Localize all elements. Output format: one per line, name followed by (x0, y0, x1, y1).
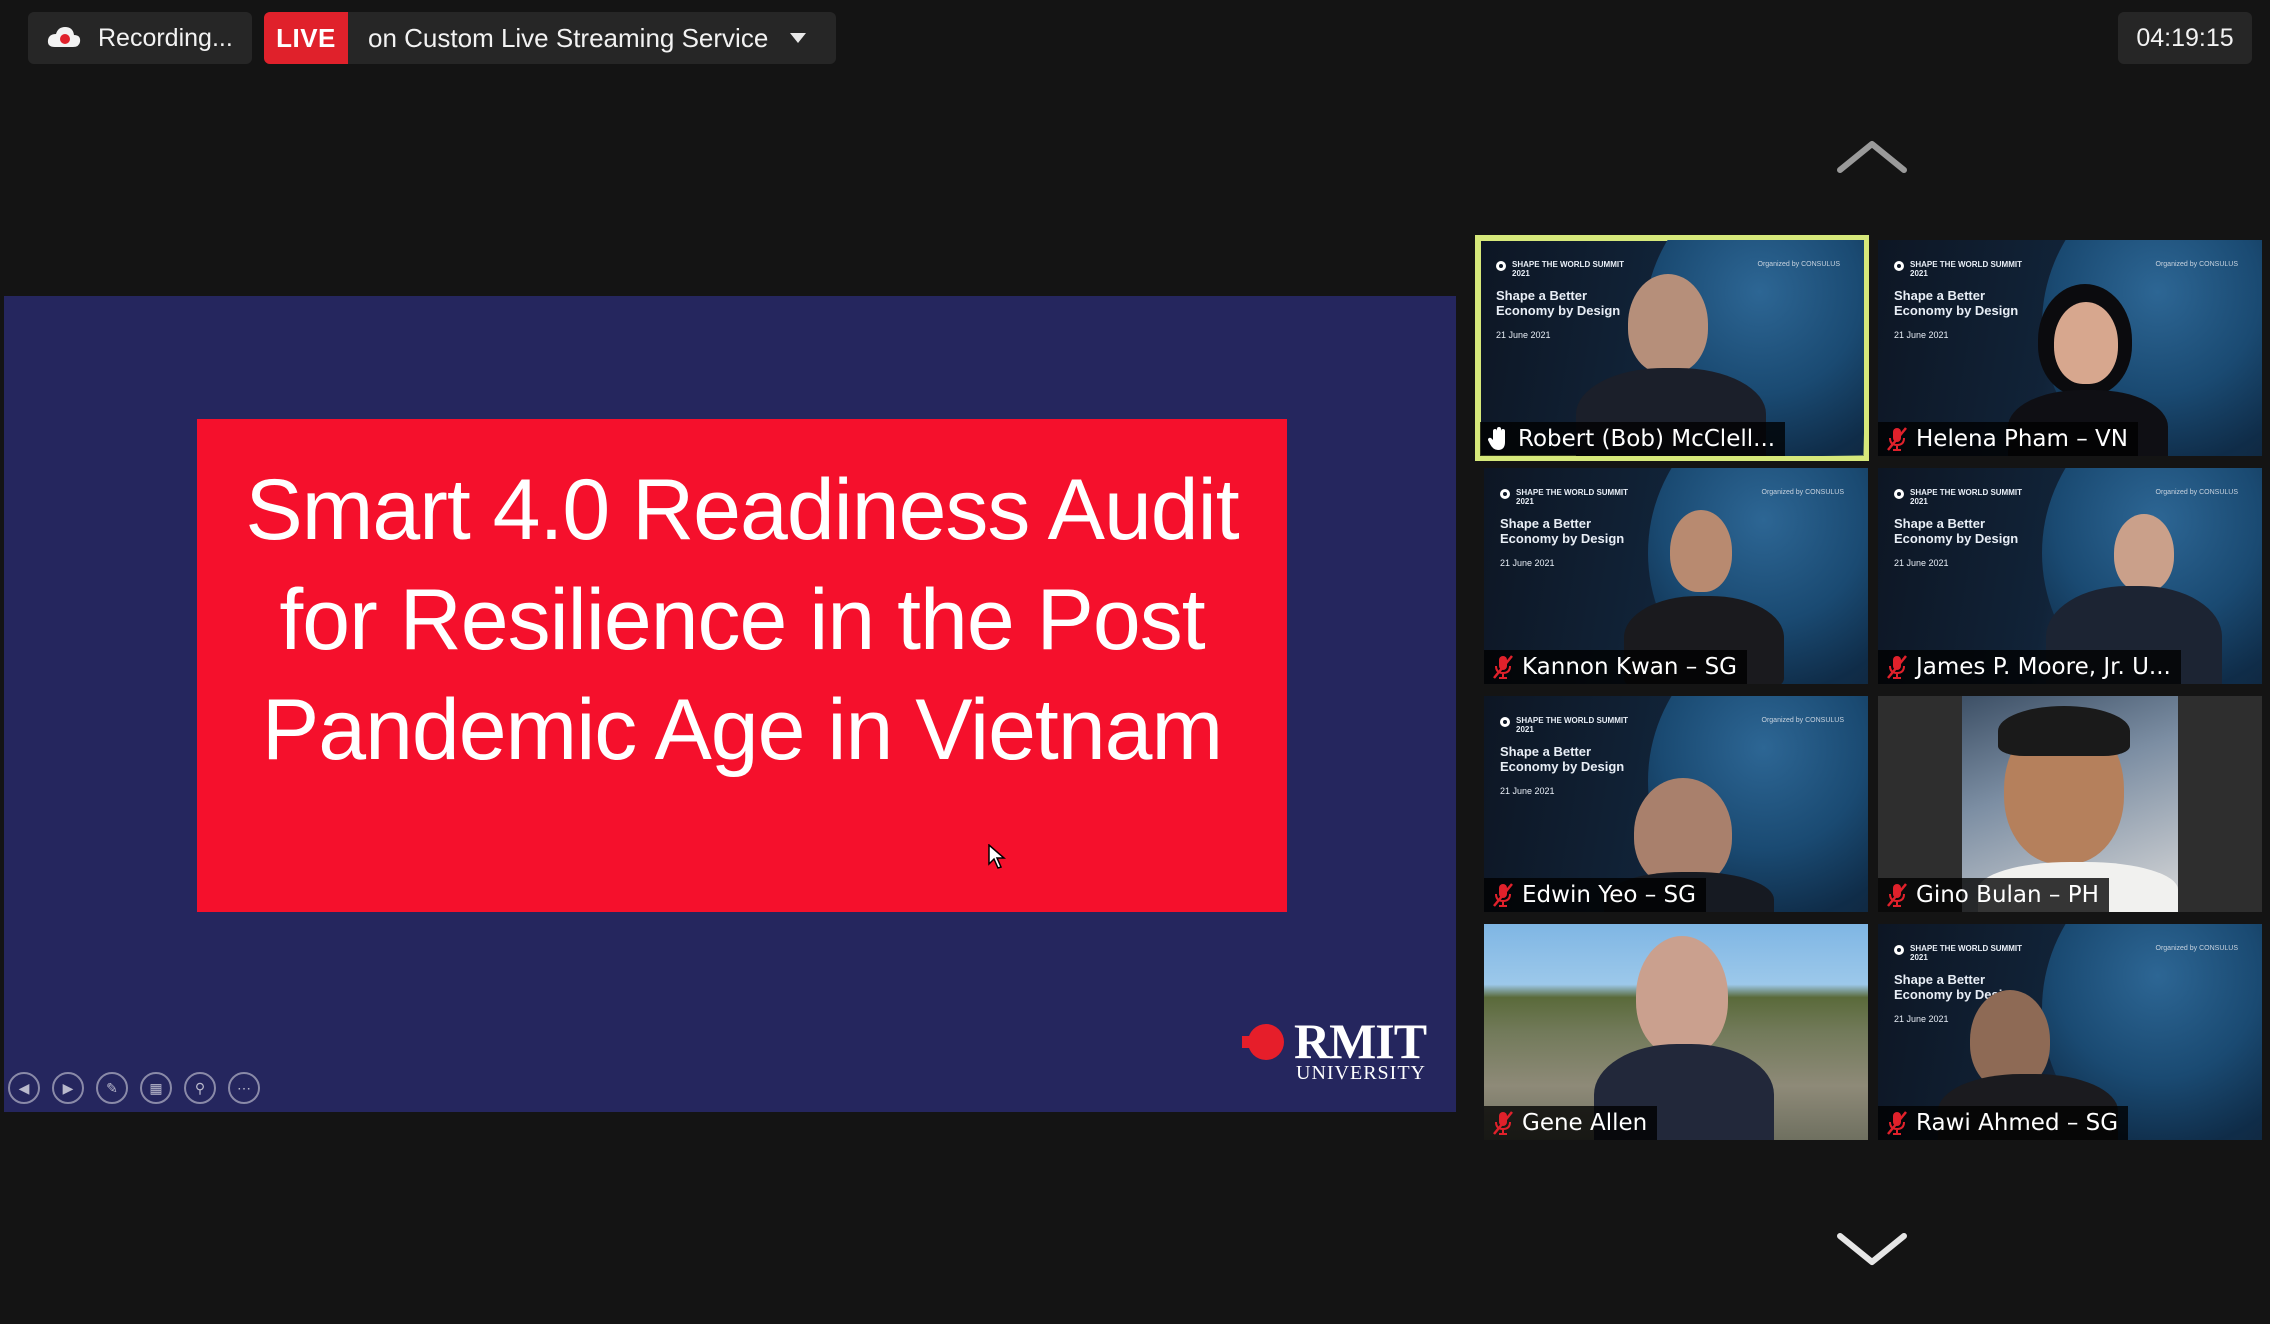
participant-name-bar: Helena Pham – VN (1878, 422, 2138, 456)
participant-name-bar: Gene Allen (1484, 1106, 1658, 1140)
mic-muted-icon (1887, 655, 1907, 679)
participant-tile[interactable]: Gene Allen (1484, 924, 1868, 1140)
meeting-timer: 04:19:15 (2118, 12, 2252, 64)
virtual-background-text: SHAPE THE WORLD SUMMIT 2021 Shape a Bett… (1894, 488, 2034, 568)
video-person (1636, 936, 1728, 1056)
participant-tile[interactable]: SHAPE THE WORLD SUMMIT 2021 Shape a Bett… (1484, 696, 1868, 912)
participant-name: Gene Allen (1522, 1110, 1648, 1136)
mic-muted-icon (1493, 1111, 1513, 1135)
participant-name: Kannon Kwan – SG (1522, 654, 1737, 680)
participant-tile[interactable]: SHAPE THE WORLD SUMMIT 2021 Shape a Bett… (1878, 924, 2262, 1140)
video-person (2114, 514, 2174, 592)
organizer-text: Organized by CONSULUS (1761, 717, 1844, 724)
participant-name: Helena Pham – VN (1916, 426, 2128, 452)
participant-tile[interactable]: SHAPE THE WORLD SUMMIT 2021 Shape a Bett… (1878, 240, 2262, 456)
slides-grid-icon[interactable]: ▦ (140, 1072, 172, 1104)
recording-label: Recording... (98, 23, 233, 52)
organizer-text: Organized by CONSULUS (2155, 261, 2238, 268)
participant-name: James P. Moore, Jr. U... (1916, 654, 2171, 680)
virtual-background-text: SHAPE THE WORLD SUMMIT 2021 Shape a Bett… (1500, 716, 1640, 796)
participant-name: Gino Bulan – PH (1916, 882, 2099, 908)
next-slide-icon[interactable]: ▶ (52, 1072, 84, 1104)
live-badge: LIVE (264, 12, 348, 64)
mouse-cursor-icon (988, 844, 1006, 869)
participant-tile[interactable]: SHAPE THE WORLD SUMMIT 2021 Shape a Bett… (1484, 468, 1868, 684)
live-stream-menu[interactable]: LIVE on Custom Live Streaming Service (264, 12, 836, 64)
previous-slide-icon[interactable]: ◀ (8, 1072, 40, 1104)
participant-tile[interactable]: Gino Bulan – PH (1878, 696, 2262, 912)
slide-title: Smart 4.0 Readiness Audit for Resilience… (245, 462, 1239, 778)
mic-muted-icon (1887, 427, 1907, 451)
participant-name-bar: Kannon Kwan – SG (1484, 650, 1747, 684)
video-person (2054, 302, 2118, 384)
rmit-logo: RMIT UNIVERSITY (1240, 1012, 1427, 1084)
chevron-down-icon[interactable] (790, 33, 807, 43)
chevron-up-icon[interactable] (1836, 138, 1908, 174)
participant-tile[interactable]: SHAPE THE WORLD SUMMIT 2021 Shape a Bett… (1878, 468, 2262, 684)
participant-name-bar: Rawi Ahmed – SG (1878, 1106, 2129, 1140)
participant-name-bar: Robert (Bob) McClell... (1480, 422, 1786, 456)
chevron-down-icon[interactable] (1836, 1232, 1908, 1268)
participant-name: Edwin Yeo – SG (1522, 882, 1696, 908)
virtual-background-text: SHAPE THE WORLD SUMMIT 2021 Shape a Bett… (1496, 260, 1636, 340)
logo-subtitle: UNIVERSITY (1296, 1062, 1426, 1084)
slide-toolbar: ◀ ▶ ✎ ▦ ⚲ ⋯ (8, 1072, 260, 1104)
participant-tile[interactable]: SHAPE THE WORLD SUMMIT 2021 Shape a Bett… (1475, 235, 1869, 461)
participant-name-bar: Edwin Yeo – SG (1484, 878, 1706, 912)
virtual-background-text: SHAPE THE WORLD SUMMIT 2021 Shape a Bett… (1894, 260, 2034, 340)
zoom-icon[interactable]: ⚲ (184, 1072, 216, 1104)
video-person (1628, 274, 1708, 374)
mic-muted-icon (1887, 883, 1907, 907)
pen-icon[interactable]: ✎ (96, 1072, 128, 1104)
organizer-text: Organized by CONSULUS (2155, 489, 2238, 496)
rmit-pixel-icon (1242, 1024, 1284, 1060)
video-person (1670, 510, 1732, 592)
mic-muted-icon (1887, 1111, 1907, 1135)
participant-name-bar: Gino Bulan – PH (1878, 878, 2109, 912)
organizer-text: Organized by CONSULUS (1757, 261, 1840, 268)
virtual-background-text: SHAPE THE WORLD SUMMIT 2021 Shape a Bett… (1500, 488, 1640, 568)
participant-name: Robert (Bob) McClell... (1518, 426, 1776, 452)
more-icon[interactable]: ⋯ (228, 1072, 260, 1104)
participant-name: Rawi Ahmed – SG (1916, 1110, 2119, 1136)
shared-screen-slide: Smart 4.0 Readiness Audit for Resilience… (4, 296, 1456, 1112)
mic-muted-icon (1493, 655, 1513, 679)
slide-title-box: Smart 4.0 Readiness Audit for Resilience… (197, 419, 1287, 912)
raised-hand-icon (1488, 427, 1505, 450)
organizer-text: Organized by CONSULUS (1761, 489, 1844, 496)
participant-name-bar: James P. Moore, Jr. U... (1878, 650, 2181, 684)
organizer-text: Organized by CONSULUS (2155, 945, 2238, 952)
cloud-record-icon (47, 27, 81, 47)
mic-muted-icon (1493, 883, 1513, 907)
recording-indicator[interactable]: Recording... (28, 12, 252, 64)
live-stream-label: on Custom Live Streaming Service (368, 22, 769, 53)
